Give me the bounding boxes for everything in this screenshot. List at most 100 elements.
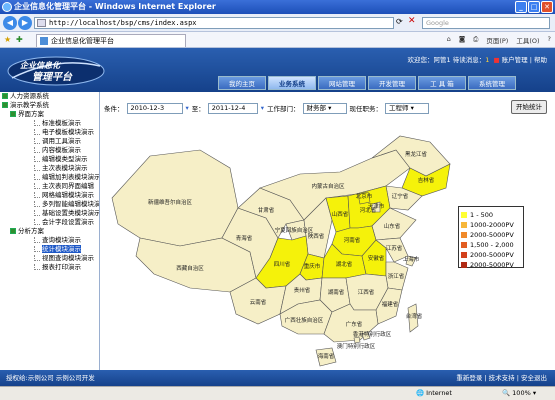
- folder-icon: [2, 93, 8, 99]
- home-icon[interactable]: ⌂: [447, 35, 451, 45]
- legend-entry: 1 - 500: [461, 210, 521, 220]
- sidebar-item[interactable]: 多列智能编辑模块演示: [0, 200, 99, 209]
- province-label: 江苏省: [386, 244, 403, 252]
- sidebar-item[interactable]: 内容模板演示: [0, 146, 99, 155]
- province-label: 安徽省: [368, 254, 385, 262]
- job-select[interactable]: 工程师 ▾: [385, 102, 430, 114]
- province-label: 北京市: [356, 192, 373, 200]
- print-icon[interactable]: ⎙: [473, 35, 478, 45]
- sidebar-item[interactable]: 主次表同界面编辑: [0, 182, 99, 191]
- end-date-input[interactable]: 2011-12-4: [207, 102, 258, 114]
- close-button[interactable]: ✕: [541, 1, 553, 13]
- legend-swatch: [461, 232, 467, 238]
- sidebar-item[interactable]: 标准模板演示: [0, 119, 99, 128]
- sidebar-item-label: 统计模块演示: [42, 245, 81, 253]
- calendar-icon[interactable]: ▾: [261, 104, 264, 112]
- sidebar-item[interactable]: 报表打印演示: [0, 263, 99, 272]
- sidebar-item[interactable]: 编辑加判表模块演示: [0, 173, 99, 182]
- url-input[interactable]: http://localhost/bsp/cms/index.aspx: [34, 17, 394, 29]
- zoom-level[interactable]: 🔍 100% ▾: [502, 387, 536, 400]
- sidebar-item-label: 多列智能编辑模块演示: [42, 200, 100, 208]
- stop-icon[interactable]: ✕: [408, 16, 416, 26]
- nav-tab[interactable]: 系统管理: [468, 76, 516, 90]
- province-label: 广东省: [346, 320, 363, 328]
- tree-line-icon: [34, 264, 40, 270]
- sidebar-item[interactable]: 查询模块演示: [0, 236, 99, 245]
- footer-link[interactable]: 安全退出: [521, 374, 547, 382]
- nav-tab[interactable]: 业务系统: [268, 76, 316, 90]
- sidebar-item[interactable]: 网格编辑模块演示: [0, 191, 99, 200]
- sidebar-item[interactable]: 基础设置类模块演示: [0, 209, 99, 218]
- help-icon[interactable]: ?: [548, 35, 551, 45]
- province-shape[interactable]: [111, 149, 239, 247]
- folder-icon: [10, 111, 16, 117]
- nav-tab[interactable]: 工 具 箱: [418, 76, 466, 90]
- province-label: 河南省: [344, 236, 361, 244]
- sidebar-item[interactable]: 统计模块演示: [0, 245, 99, 254]
- main-content: 条件： 2010-12-3 ▾ 至： 2011-12-4 ▾ 工作部门： 财务部…: [100, 92, 555, 370]
- message-count[interactable]: 1: [485, 56, 489, 64]
- legend-label: 2000-5000PV: [470, 261, 514, 269]
- province-label: 陕西省: [308, 232, 325, 240]
- add-favorites-icon[interactable]: ✚: [16, 35, 23, 44]
- footer-link[interactable]: 重新登录: [456, 374, 482, 382]
- sidebar-item[interactable]: 分析方案: [0, 227, 99, 236]
- sidebar-item-label: 标准模板演示: [42, 119, 81, 127]
- nav-tab[interactable]: 开发管理: [368, 76, 416, 90]
- sidebar-item[interactable]: 界面方案: [0, 110, 99, 119]
- tab-bar: ★ ✚ 企业信息化管理平台 ⌂ ◙ ⎙ 页面(P) 工具(O) ?: [0, 32, 555, 48]
- folder-icon: [10, 228, 16, 234]
- province-label: 台湾省: [406, 312, 423, 320]
- legend-entry: 1000-2000PV: [461, 220, 521, 230]
- refresh-icon[interactable]: ⟳: [396, 17, 403, 26]
- back-button[interactable]: ◀: [3, 16, 17, 30]
- tree-line-icon: [34, 120, 40, 126]
- header-user-info: 欢迎您：阿管1 待读消息：1 ■ 账户管理 | 帮助: [407, 56, 547, 64]
- sidebar-item-label: 网格编辑模块演示: [42, 191, 94, 199]
- sidebar-item[interactable]: 人力资源系统: [0, 92, 99, 101]
- app-footer: 授权给:示例公司 示例公司开发 重新登录 | 技术支持 | 安全退出: [0, 370, 555, 386]
- province-label: 宁夏回族自治区: [275, 226, 314, 234]
- feed-icon[interactable]: ◙: [459, 35, 465, 45]
- sidebar-item[interactable]: 编辑模类型演示: [0, 155, 99, 164]
- tab-main[interactable]: 企业信息化管理平台: [36, 34, 186, 47]
- svg-text:企业信息化: 企业信息化: [20, 60, 62, 70]
- tree-line-icon: [34, 246, 40, 252]
- ie-icon: [2, 2, 12, 12]
- sidebar-item[interactable]: 视图查询模块演示: [0, 254, 99, 263]
- sidebar-item-label: 主次表同界面编辑: [42, 182, 94, 190]
- calendar-icon[interactable]: ▾: [186, 104, 189, 112]
- favorites-star-icon[interactable]: ★: [4, 35, 11, 44]
- maximize-button[interactable]: □: [528, 1, 540, 13]
- sidebar-item[interactable]: 演示教学系统: [0, 101, 99, 110]
- minimize-button[interactable]: _: [515, 1, 527, 13]
- page-menu[interactable]: 页面(P): [486, 35, 508, 45]
- province-label: 福建省: [382, 300, 399, 308]
- window-controls: _ □ ✕: [515, 1, 553, 13]
- nav-tab[interactable]: 网站管理: [318, 76, 366, 90]
- province-label: 重庆市: [304, 262, 321, 270]
- tree-line-icon: [34, 147, 40, 153]
- footer-link[interactable]: 技术支持: [489, 374, 515, 382]
- account-link[interactable]: 账户管理: [502, 56, 528, 64]
- province-label: 四川省: [274, 260, 291, 268]
- dept-select[interactable]: 财务部 ▾: [302, 102, 347, 114]
- filter-bar: 条件： 2010-12-3 ▾ 至： 2011-12-4 ▾ 工作部门： 财务部…: [104, 98, 550, 118]
- sidebar-item[interactable]: 电子模板模块演示: [0, 128, 99, 137]
- province-label: 湖北省: [336, 260, 353, 268]
- search-input[interactable]: Google: [422, 17, 550, 29]
- sidebar-item[interactable]: 调用工具演示: [0, 137, 99, 146]
- tree-line-icon: [34, 201, 40, 207]
- nav-tab[interactable]: 我的主页: [218, 76, 266, 90]
- tree-line-icon: [34, 192, 40, 198]
- start-stats-button[interactable]: 开始统计: [511, 100, 547, 114]
- province-label: 辽宁省: [392, 192, 409, 200]
- sidebar-item[interactable]: 会计字段设置演示: [0, 218, 99, 227]
- help-link[interactable]: 帮助: [534, 56, 547, 64]
- province-label: 贵州省: [294, 286, 311, 294]
- legend-entry: 2000-5000PV: [461, 230, 521, 240]
- forward-button[interactable]: ▶: [18, 16, 32, 30]
- tools-menu[interactable]: 工具(O): [516, 35, 539, 45]
- start-date-input[interactable]: 2010-12-3: [126, 102, 183, 114]
- sidebar-item[interactable]: 主次表模块演示: [0, 164, 99, 173]
